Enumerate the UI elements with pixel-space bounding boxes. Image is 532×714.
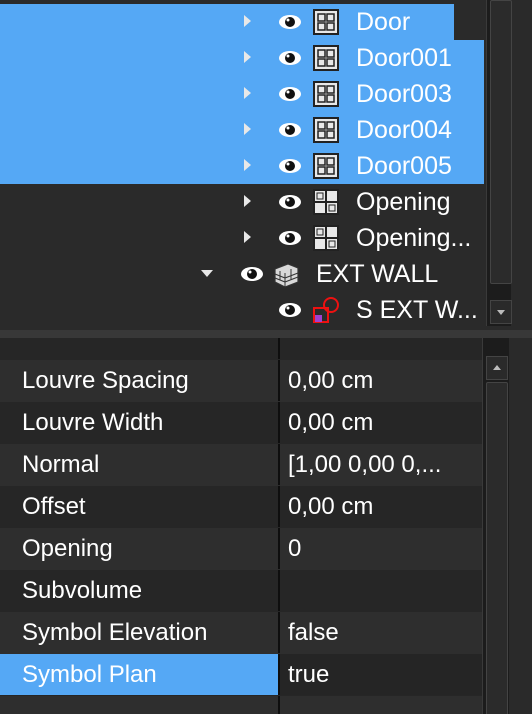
property-value: 0,00 cm — [288, 367, 374, 394]
property-name: Opening — [22, 535, 113, 562]
property-value: 0,00 cm — [288, 493, 374, 520]
property-name: Louvre Width — [22, 409, 164, 436]
expand-arrow-icon[interactable] — [244, 159, 251, 171]
property-value: 0,00 cm — [288, 409, 374, 436]
eye-icon[interactable] — [278, 120, 302, 140]
property-value-cell[interactable]: [1,00 0,00 0,... — [280, 444, 482, 485]
property-row-offset[interactable]: Offset 0,00 cm — [0, 486, 482, 529]
property-value-cell[interactable]: false — [280, 612, 482, 653]
property-value-cell[interactable]: 0,00 cm — [280, 486, 482, 527]
eye-icon[interactable] — [278, 84, 302, 104]
tree-item-door[interactable]: Door — [0, 4, 454, 40]
property-name: Subvolume — [22, 577, 143, 604]
tree-item-door005[interactable]: Door005 — [0, 148, 484, 184]
tree-item-ext-wall[interactable]: EXT WALL — [0, 256, 484, 292]
window-icon — [313, 225, 339, 251]
property-value-cell[interactable] — [280, 696, 482, 714]
property-scrollbar[interactable] — [482, 338, 532, 714]
property-name: Normal — [22, 451, 100, 478]
scroll-up-button[interactable] — [486, 356, 508, 380]
window-icon — [313, 189, 339, 215]
property-name-cell: Louvre Spacing — [0, 360, 280, 401]
property-name-cell: Opening — [0, 528, 280, 569]
tree-item-door001[interactable]: Door001 — [0, 40, 484, 76]
wall-icon — [274, 263, 299, 288]
property-row-normal[interactable]: Normal [1,00 0,00 0,... — [0, 444, 482, 487]
sketch-icon — [313, 297, 339, 323]
property-value: [1,00 0,00 0,... — [288, 451, 442, 478]
property-value-cell[interactable]: 0,00 cm — [280, 360, 482, 401]
expand-arrow-icon[interactable] — [244, 87, 251, 99]
eye-icon[interactable] — [278, 12, 302, 32]
property-row-hidden-bottom[interactable] — [0, 696, 482, 714]
eye-icon[interactable] — [278, 156, 302, 176]
property-value-cell[interactable]: true — [280, 654, 482, 695]
scroll-down-button[interactable] — [490, 300, 512, 324]
property-panel: Louvre Spacing 0,00 cm Louvre Width 0,00… — [0, 330, 532, 714]
property-row-louvre-width[interactable]: Louvre Width 0,00 cm — [0, 402, 482, 445]
door-icon — [313, 9, 339, 35]
door-icon — [313, 153, 339, 179]
property-name-cell: Normal — [0, 444, 280, 485]
property-row-subvolume[interactable]: Subvolume — [0, 570, 482, 613]
property-name-cell — [0, 696, 280, 714]
eye-icon[interactable] — [278, 48, 302, 68]
tree-item-label: Door005 — [356, 152, 452, 180]
door-icon — [313, 117, 339, 143]
tree-item-label: Opening... — [356, 224, 472, 252]
tree-item-label: Door003 — [356, 80, 452, 108]
property-row-symbol-plan[interactable]: Symbol Plan true — [0, 654, 482, 697]
tree-item-label: Door — [356, 8, 411, 36]
door-icon — [313, 45, 339, 71]
property-value-cell[interactable]: 0 — [280, 528, 482, 569]
scroll-track[interactable] — [486, 0, 512, 326]
property-value-cell[interactable] — [280, 338, 482, 359]
property-name-cell: Symbol Elevation — [0, 612, 280, 653]
property-row-opening[interactable]: Opening 0 — [0, 528, 482, 571]
tree-item-sketch[interactable]: S EXT W... — [0, 292, 484, 328]
tree-item-label: Opening — [356, 188, 451, 216]
property-name: Louvre Spacing — [22, 367, 189, 394]
eye-icon[interactable] — [240, 264, 264, 284]
property-row-hidden[interactable] — [0, 338, 482, 361]
tree-item-label: Door004 — [356, 116, 452, 144]
scroll-thumb[interactable] — [490, 0, 512, 284]
eye-icon[interactable] — [278, 192, 302, 212]
eye-icon[interactable] — [278, 300, 302, 320]
property-name-cell: Louvre Width — [0, 402, 280, 443]
property-name-cell — [0, 338, 280, 359]
tree-item-opening-2[interactable]: Opening... — [0, 220, 484, 256]
object-tree: Door Door001 Door003 Door004 Door005 Ope… — [0, 0, 532, 330]
property-value: false — [288, 619, 339, 646]
collapse-arrow-icon[interactable] — [201, 270, 213, 277]
expand-arrow-icon[interactable] — [244, 195, 251, 207]
property-value-cell[interactable] — [280, 570, 482, 611]
expand-arrow-icon[interactable] — [244, 15, 251, 27]
expand-arrow-icon[interactable] — [244, 123, 251, 135]
property-name: Symbol Plan — [22, 661, 157, 688]
tree-item-label: S EXT W... — [356, 296, 478, 324]
property-name-cell: Subvolume — [0, 570, 280, 611]
scroll-track[interactable] — [482, 338, 509, 714]
scroll-thumb[interactable] — [486, 382, 508, 714]
tree-item-opening[interactable]: Opening — [0, 184, 484, 220]
tree-item-label: EXT WALL — [316, 260, 439, 288]
tree-item-door003[interactable]: Door003 — [0, 76, 484, 112]
property-row-symbol-elevation[interactable]: Symbol Elevation false — [0, 612, 482, 655]
property-value: 0 — [288, 535, 302, 562]
property-name: Offset — [22, 493, 86, 520]
tree-item-label: Door001 — [356, 44, 452, 72]
property-row-louvre-spacing[interactable]: Louvre Spacing 0,00 cm — [0, 360, 482, 403]
tree-item-door004[interactable]: Door004 — [0, 112, 484, 148]
property-name-cell: Offset — [0, 486, 280, 527]
property-name: Symbol Elevation — [22, 619, 208, 646]
eye-icon[interactable] — [278, 228, 302, 248]
expand-arrow-icon[interactable] — [244, 231, 251, 243]
property-value-cell[interactable]: 0,00 cm — [280, 402, 482, 443]
property-value: true — [288, 661, 330, 688]
tree-scrollbar[interactable] — [484, 0, 532, 330]
door-icon — [313, 81, 339, 107]
property-name-cell: Symbol Plan — [0, 654, 280, 695]
expand-arrow-icon[interactable] — [244, 51, 251, 63]
